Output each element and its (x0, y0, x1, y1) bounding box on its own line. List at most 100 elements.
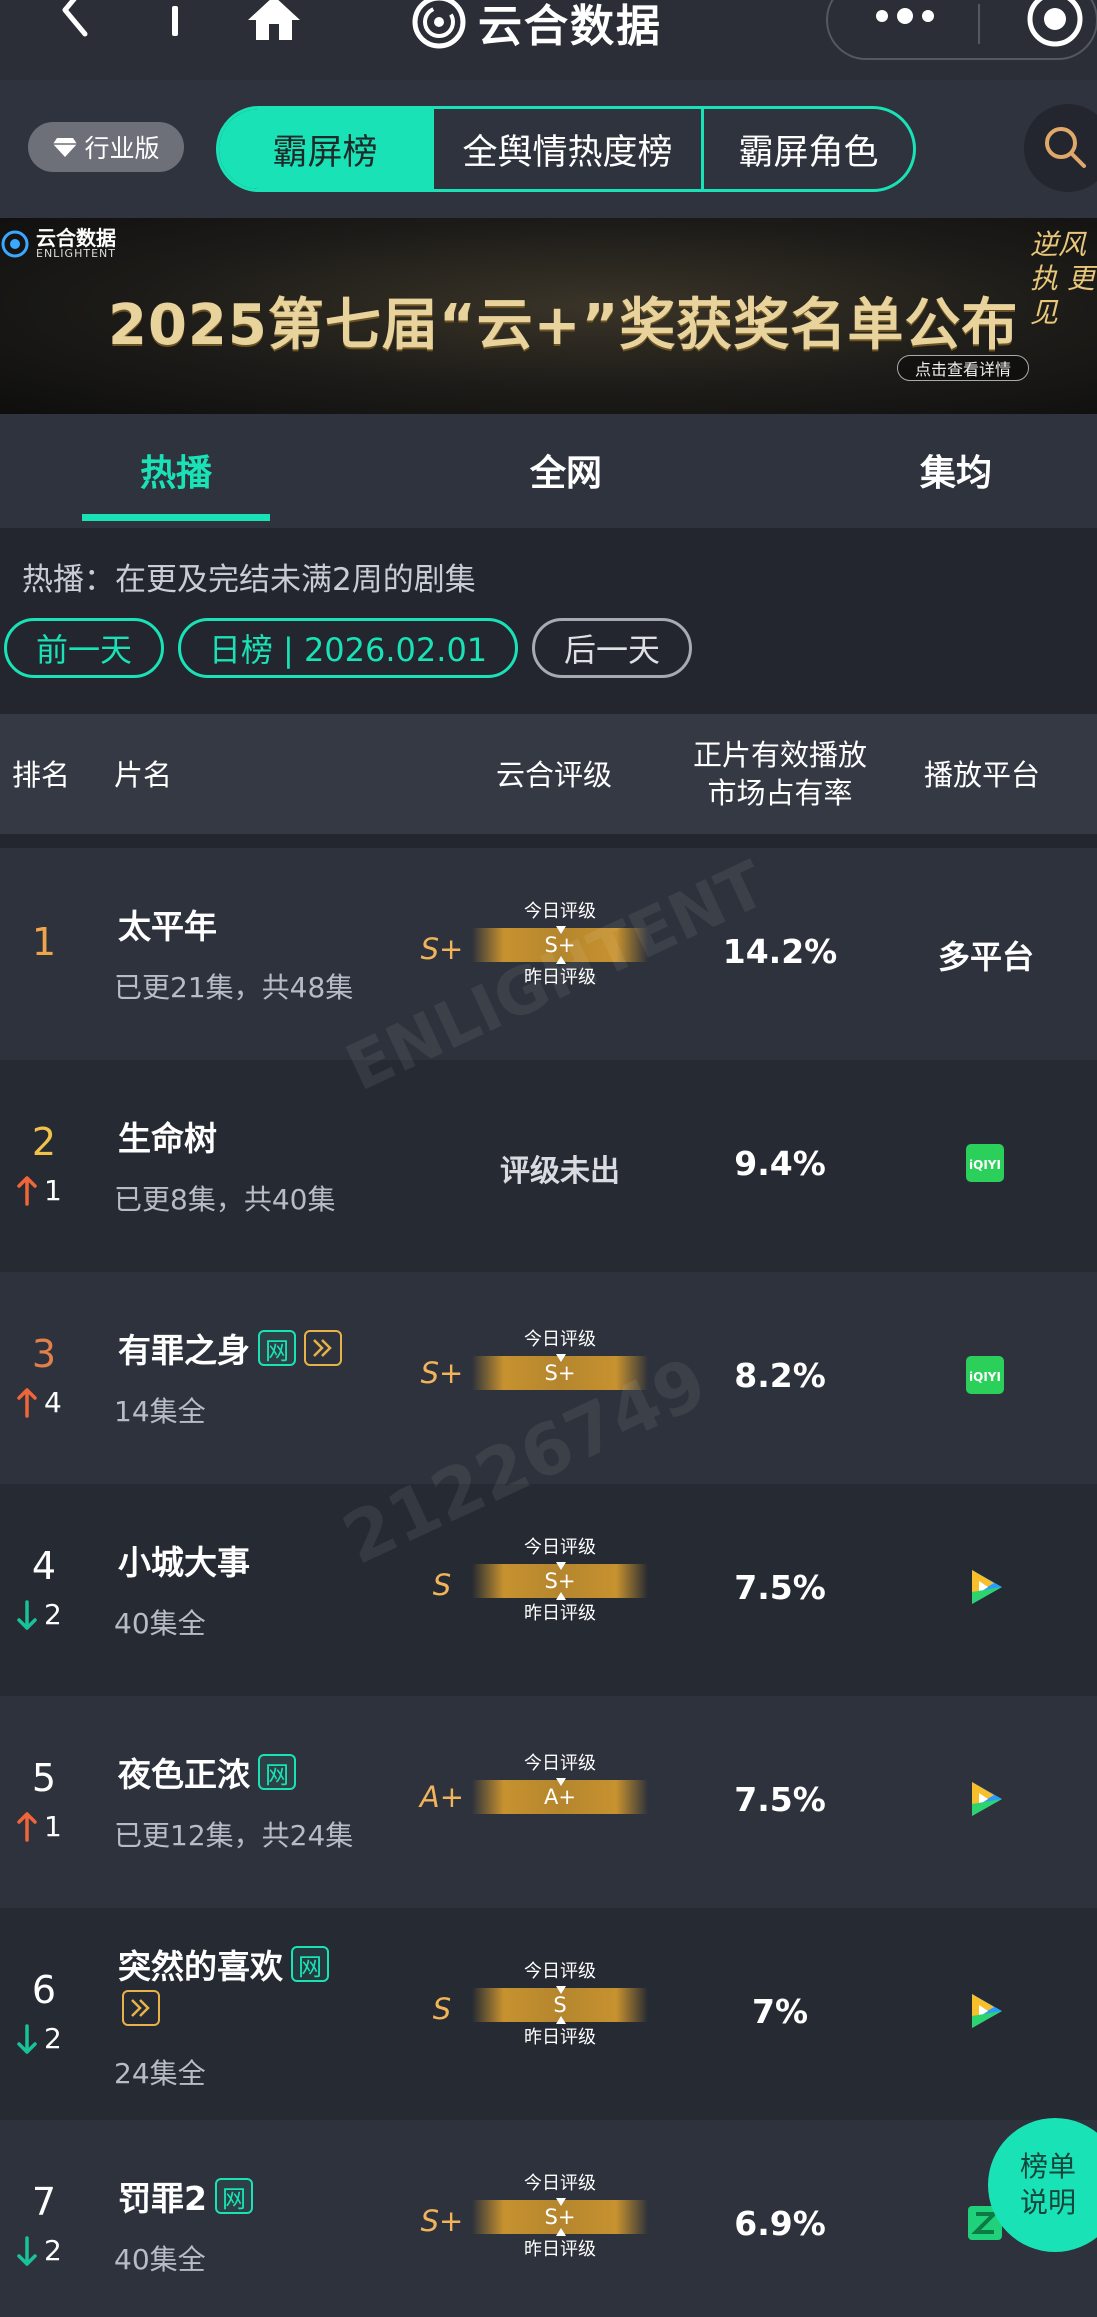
today-grade-label: 今日评级 (524, 1961, 596, 1982)
next-day-button[interactable]: 后一天 (532, 618, 692, 678)
market-share: 7% (751, 1992, 809, 2031)
nav-divider (172, 6, 178, 36)
grade-gauge: 今日评级 S 昨日评级 (472, 1960, 648, 2050)
close-target-icon[interactable] (1026, 0, 1084, 48)
today-grade-label: 今日评级 (524, 901, 596, 922)
svg-text:iQIYI: iQIYI (969, 1370, 1001, 1384)
market-share: 8.2% (734, 1356, 826, 1395)
banner-detail-button[interactable]: 点击查看详情 (897, 355, 1029, 381)
subtab-all-network[interactable]: 全网 (530, 444, 602, 496)
previous-grade: S (432, 1568, 452, 1602)
rank-change: 4 (16, 1386, 62, 1419)
episode-info: 24集全 (114, 2057, 206, 2090)
rank-change-value: 1 (44, 1174, 62, 1207)
table-row[interactable]: 5 1 夜色正浓 网 已更12集，共24集 A+ 今日评级 A+ 7.5% (0, 1696, 1097, 1908)
arrow-up-icon (17, 1811, 37, 1842)
rank-change-value: 2 (44, 1598, 62, 1631)
back-arrow-icon[interactable] (55, 0, 99, 54)
table-row[interactable]: 2 1 生命树 已更8集，共40集 评级未出 9.4% iQIYI (0, 1060, 1097, 1272)
previous-grade: S (432, 1992, 452, 2026)
rank-change-value: 2 (44, 2234, 62, 2267)
prev-day-button[interactable]: 前一天 (4, 618, 164, 678)
market-share: 6.9% (734, 2204, 826, 2243)
market-share: 9.4% (734, 1144, 826, 1183)
banner-logo-en: ENLIGHTENT (36, 247, 116, 260)
table-row[interactable]: 7 2 罚罪2 网 40集全 S+ 今日评级 S+ 昨日评级 6.9% (0, 2120, 1097, 2317)
subtab-episode-average[interactable]: 集均 (920, 444, 992, 496)
home-icon[interactable] (244, 0, 304, 44)
header-share-line1: 正片有效播放 (692, 738, 867, 772)
grade-not-available: 评级未出 (500, 1154, 620, 1189)
rank-number: 3 (31, 1332, 57, 1376)
show-title: 罚罪2 网 (118, 2172, 253, 2220)
ranking-type-bar: 行业版 霸屏榜 全舆情热度榜 霸屏角色 (0, 80, 1097, 218)
tab-public-opinion-heat[interactable]: 全舆情热度榜 (431, 109, 701, 189)
brand-name: 云合数据 (478, 1, 662, 52)
show-title: 夜色正浓 网 (118, 1748, 296, 1796)
current-date-pill[interactable]: 日榜 | 2026.02.01 (178, 618, 518, 678)
svg-text:iQIYI: iQIYI (969, 1158, 1001, 1172)
table-row[interactable]: 6 2 突然的喜欢 网 24集全 S 今日评级 S 昨日评级 7% (0, 1908, 1097, 2120)
table-row[interactable]: 4 2 小城大事 40集全 S 今日评级 S+ 昨日评级 7.5% (0, 1484, 1097, 1696)
show-title-text: 生命树 (118, 1119, 217, 1158)
show-title: 有罪之身 网 (118, 1324, 342, 1372)
episode-info: 14集全 (114, 1395, 206, 1428)
today-grade: S+ (544, 1569, 576, 1593)
arrow-down-icon (17, 2023, 37, 2054)
grade-bar: S+ (472, 2198, 648, 2236)
today-grade: S+ (544, 933, 576, 957)
rank-number: 2 (31, 1120, 57, 1164)
page: 云合数据 行业版 霸屏榜 全舆情热度榜 霸屏角色 云合数据 ENLIGHTENT (0, 0, 1097, 2317)
rank-change-value: 2 (44, 2022, 62, 2055)
previous-grade: S+ (420, 1356, 464, 1390)
episode-info: 已更8集，共40集 (114, 1183, 336, 1216)
mini-program-capsule (826, 0, 1097, 60)
rank-number: 5 (31, 1756, 57, 1800)
capsule-divider (978, 4, 980, 44)
rank-change: 2 (16, 2022, 62, 2055)
rank-change-value: 1 (44, 1810, 62, 1843)
tencent-video-icon (972, 1782, 1002, 1816)
table-row[interactable]: 3 4 有罪之身 网 14集全 S+ 今日评级 S+ 8.2% iQIYI (0, 1272, 1097, 1484)
show-title-text: 突然的喜欢 (118, 1947, 283, 1986)
banner-title: 2025第七届“云+”奖获奖名单公布 (108, 293, 1019, 358)
fast-forward-tag-icon (122, 1990, 160, 2026)
brand-logo-icon (412, 0, 466, 49)
episode-info: 40集全 (114, 1607, 206, 1640)
table-row[interactable]: 1 太平年 已更21集，共48集 S+ 今日评级 S+ 昨日评级 14.2% 多… (0, 848, 1097, 1060)
tab-screen-characters[interactable]: 霸屏角色 (701, 109, 913, 189)
ranking-tabs: 霸屏榜 全舆情热度榜 霸屏角色 (216, 106, 916, 192)
market-share: 7.5% (734, 1780, 826, 1819)
show-title-text: 小城大事 (118, 1543, 250, 1582)
subtab-hot[interactable]: 热播 (140, 444, 212, 496)
fab-line2: 说明 (1020, 2186, 1077, 2219)
yesterday-grade-label: 昨日评级 (524, 967, 596, 988)
episode-info: 已更21集，共48集 (114, 971, 354, 1004)
arrow-down-icon (17, 1599, 37, 1630)
banner-logo-cn: 云合数据 (36, 226, 116, 250)
banner-logo: 云合数据 ENLIGHTENT (0, 228, 116, 259)
grade-bar: S (472, 1986, 648, 2024)
show-title: 生命树 (118, 1112, 217, 1160)
header-grade: 云合评级 (496, 758, 613, 792)
industry-version-badge[interactable]: 行业版 (28, 122, 184, 172)
rank-change: 2 (16, 2234, 62, 2267)
rank-change: 2 (16, 1598, 62, 1631)
tab-screen-domination[interactable]: 霸屏榜 (219, 109, 431, 189)
grade-bar: S+ (472, 926, 648, 964)
iqiyi-icon: iQIYI (966, 1144, 1004, 1182)
show-title: 太平年 (118, 900, 217, 948)
diamond-icon (53, 138, 78, 157)
search-button[interactable] (1024, 104, 1097, 192)
today-grade: S+ (544, 1361, 576, 1385)
today-grade-label: 今日评级 (524, 1537, 596, 1558)
grade-bar: A+ (472, 1778, 648, 1814)
previous-grade: A+ (419, 1780, 465, 1814)
more-dots-icon[interactable] (872, 6, 938, 26)
grade-bar: S+ (472, 1562, 648, 1600)
brand: 云合数据 (412, 0, 662, 52)
header-share-line2: 市场占有率 (707, 776, 853, 810)
award-banner[interactable]: 云合数据 ENLIGHTENT 2025第七届“云+”奖获奖名单公布 点击查看详… (0, 218, 1097, 414)
grade-bar: S+ (472, 1354, 648, 1390)
sub-tabs: 热播 全网 集均 (0, 414, 1097, 528)
